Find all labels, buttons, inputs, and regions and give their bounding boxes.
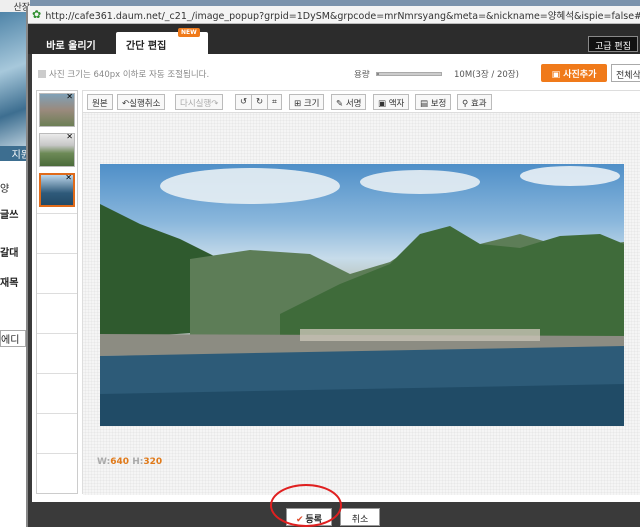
close-icon[interactable]: ✕ [66, 132, 73, 141]
correct-icon: ▤ [420, 99, 431, 109]
image-canvas: W:640 H:320 [83, 113, 640, 495]
add-photo-button[interactable]: ▣ 사진추가 [541, 64, 607, 82]
thumbnail-slot-divider [37, 373, 77, 374]
background-item: 글쓰 [0, 210, 19, 221]
background-item: 에디 [0, 330, 26, 347]
undo-button[interactable]: ↶실행취소 [117, 94, 166, 110]
resize-button[interactable]: ⊞ 크기 [289, 94, 325, 110]
resize-notice: 사진 크기는 640px 이하로 자동 조절됩니다. [38, 68, 209, 80]
width-label: W: [97, 457, 111, 467]
capacity-bar [376, 72, 442, 76]
background-item: 갈대 [0, 248, 19, 259]
thumbnail-slot-divider [37, 413, 77, 414]
tab-bar: 바로 올리기 간단 편집 NEW 고급 편집 [28, 24, 640, 54]
redo-label: 다시실행 [180, 99, 212, 109]
address-url: http://cafe361.daum.net/_c21_/image_popu… [45, 10, 640, 22]
magnifier-icon: ⚲ [462, 99, 471, 109]
thumbnail-slot-divider [37, 333, 77, 334]
frame-icon: ▣ [378, 99, 389, 109]
thumbnail-slot-divider [37, 253, 77, 254]
undo-label: 실행취소 [129, 99, 161, 109]
photo-landscape [100, 166, 624, 426]
add-photo-label: 사진추가 [563, 70, 597, 80]
thumbnail-item-selected[interactable]: ✕ [39, 173, 75, 207]
height-label: H: [132, 457, 144, 467]
address-bar[interactable]: ✿ http://cafe361.daum.net/_c21_/image_po… [28, 6, 640, 24]
redo-button[interactable]: 다시실행↷ [175, 94, 224, 110]
correct-button[interactable]: ▤ 보정 [415, 94, 452, 110]
image-size-label: W:640 H:320 [97, 457, 162, 467]
delete-all-button[interactable]: 전체삭제 [611, 64, 640, 82]
background-item: 재목 [0, 278, 19, 289]
tab-simple-edit[interactable]: 간단 편집 NEW [116, 28, 208, 54]
thumbnail-item[interactable]: ✕ [39, 132, 75, 167]
close-icon[interactable]: ✕ [66, 92, 73, 101]
photo-icon: ▣ [551, 70, 564, 80]
edit-workspace: 원본 ↶실행취소 다시실행↷ ↺ ↻ ⌗ ⊞ 크기 ✎ 서명 ▣ 액자 ▤ 보정… [82, 90, 640, 495]
tab-simple-edit-label: 간단 편집 [126, 41, 167, 52]
editor-panel: 사진 크기는 640px 이하로 자동 조절됩니다. 용량 10M(3장 / 2… [32, 54, 640, 502]
signature-button[interactable]: ✎ 서명 [331, 94, 367, 110]
pen-icon: ✎ [336, 99, 346, 109]
image-popup-window: ✿ http://cafe361.daum.net/_c21_/image_po… [26, 6, 640, 527]
height-value: 320 [143, 457, 163, 467]
info-row: 사진 크기는 640px 이하로 자동 조절됩니다. 용량 10M(3장 / 2… [36, 64, 640, 84]
original-button[interactable]: 원본 [87, 94, 113, 110]
resize-notice-text: 사진 크기는 640px 이하로 자동 조절됩니다. [49, 70, 210, 80]
signature-label: 서명 [345, 99, 362, 109]
edited-photo[interactable] [100, 164, 624, 426]
edit-toolbar: 원본 ↶실행취소 다시실행↷ ↺ ↻ ⌗ ⊞ 크기 ✎ 서명 ▣ 액자 ▤ 보정… [83, 91, 640, 113]
frame-button[interactable]: ▣ 액자 [373, 94, 410, 110]
capacity-text: 10M(3장 / 20장) [454, 70, 519, 80]
width-value: 640 [110, 457, 130, 467]
cancel-button[interactable]: 취소 [340, 508, 380, 526]
thumbnail-list: ✕ ✕ ✕ [36, 90, 78, 494]
effect-label: 효과 [470, 99, 487, 109]
background-item: 양 [0, 184, 10, 195]
thumbnail-slot-divider [37, 293, 77, 294]
correct-label: 보정 [430, 99, 447, 109]
advanced-edit-button[interactable]: 고급 편집 [588, 36, 638, 52]
crop-button[interactable]: ⌗ [267, 94, 282, 110]
close-icon[interactable]: ✕ [65, 173, 72, 182]
capacity-bar-fill [377, 73, 379, 75]
redo-icon: ↷ [211, 99, 219, 109]
rotate-right-button[interactable]: ↻ [251, 94, 269, 110]
thumbnail-item[interactable]: ✕ [39, 92, 75, 127]
highlight-circle [270, 484, 342, 527]
thumbnail-slot-divider [37, 453, 77, 454]
capacity-label: 용량 [354, 70, 370, 80]
rotate-left-button[interactable]: ↺ [235, 94, 253, 110]
resize-label: 크기 [303, 99, 320, 109]
new-badge: NEW [178, 28, 200, 37]
thumbnail-slot-divider [37, 213, 77, 214]
frame-label: 액자 [388, 99, 405, 109]
page-icon: ✿ [32, 8, 42, 21]
tab-quick-upload[interactable]: 바로 올리기 [34, 32, 108, 54]
resize-icon: ⊞ [294, 99, 304, 109]
effect-button[interactable]: ⚲ 효과 [457, 94, 492, 110]
notice-icon [38, 70, 46, 78]
